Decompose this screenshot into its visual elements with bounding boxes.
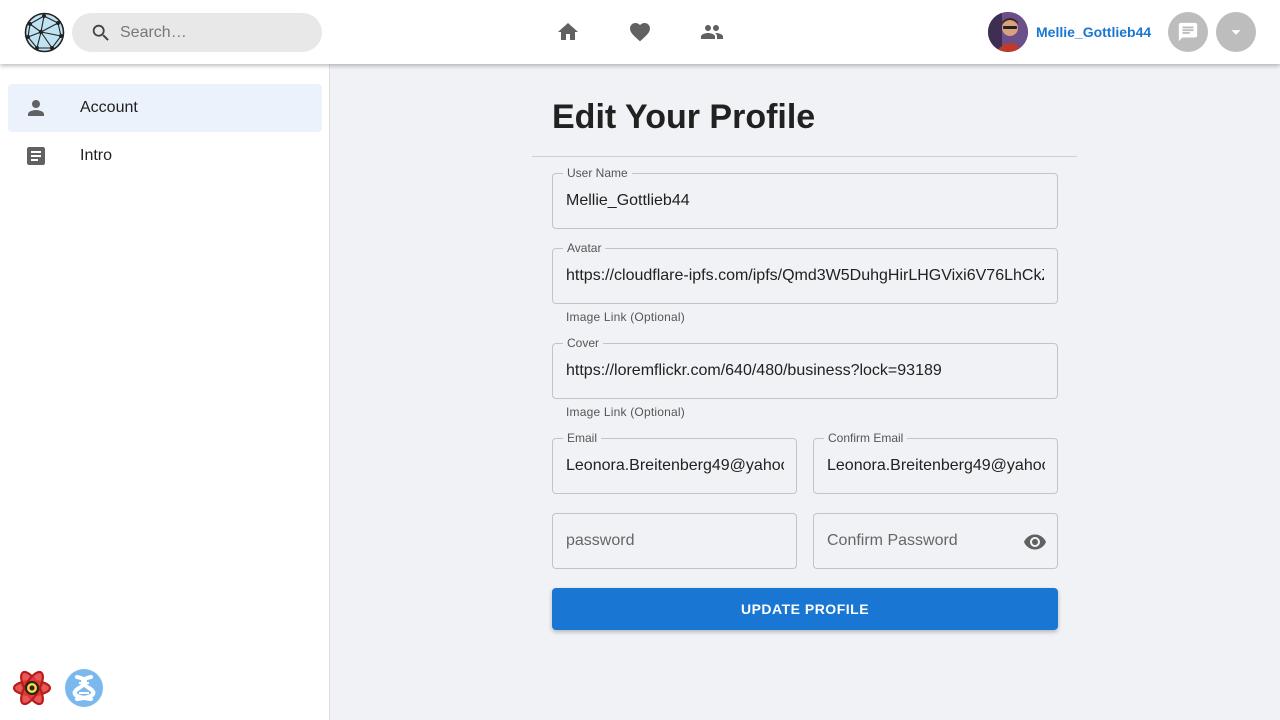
password-input[interactable] bbox=[566, 514, 784, 568]
password-field[interactable] bbox=[552, 513, 797, 569]
search-icon bbox=[92, 24, 109, 41]
avatar-input[interactable] bbox=[566, 249, 1044, 303]
title-divider bbox=[532, 156, 1077, 157]
header-username[interactable]: Mellie_Gottlieb44 bbox=[1036, 24, 1151, 40]
account-menu-button[interactable] bbox=[1216, 12, 1256, 52]
confirm-password-field[interactable] bbox=[813, 513, 1058, 569]
avatar-photo bbox=[988, 12, 1028, 52]
sidebar-item-intro[interactable]: Intro bbox=[8, 132, 322, 180]
confirm-email-field[interactable]: Confirm Email bbox=[813, 431, 1058, 494]
people-icon[interactable] bbox=[700, 20, 724, 44]
avatar-field[interactable]: Avatar bbox=[552, 241, 1058, 304]
messages-button[interactable] bbox=[1168, 12, 1208, 52]
sidebar-item-account[interactable]: Account bbox=[8, 84, 322, 132]
cover-input[interactable] bbox=[566, 344, 1044, 398]
sidebar-item-label: Account bbox=[80, 99, 138, 116]
cover-field[interactable]: Cover bbox=[552, 336, 1058, 399]
globe-network-logo-icon[interactable] bbox=[24, 12, 65, 53]
arrow-drop-down-icon bbox=[1231, 30, 1241, 35]
user-avatar[interactable] bbox=[988, 12, 1028, 52]
username-input[interactable] bbox=[566, 174, 1044, 228]
sidebar: Account Intro bbox=[0, 64, 330, 720]
chat-icon bbox=[1178, 22, 1198, 42]
confirm-email-input[interactable] bbox=[827, 439, 1045, 493]
person-icon bbox=[28, 100, 44, 116]
username-field[interactable]: User Name bbox=[552, 166, 1058, 229]
email-input[interactable] bbox=[566, 439, 784, 493]
article-icon bbox=[27, 147, 45, 165]
visibility-icon[interactable] bbox=[1023, 530, 1047, 554]
app-logo-icon[interactable] bbox=[64, 668, 104, 708]
home-icon[interactable] bbox=[556, 20, 580, 44]
email-field[interactable]: Email bbox=[552, 431, 797, 494]
heart-icon[interactable] bbox=[628, 20, 652, 44]
react-logo-icon[interactable] bbox=[12, 668, 52, 708]
search-box[interactable] bbox=[72, 13, 322, 52]
sidebar-item-label: Intro bbox=[80, 147, 113, 164]
avatar-helper-text: Image Link (Optional) bbox=[566, 310, 685, 324]
top-app-bar: Mellie_Gottlieb44 bbox=[0, 0, 1280, 64]
cover-helper-text: Image Link (Optional) bbox=[566, 405, 685, 419]
update-profile-button[interactable]: UPDATE PROFILE bbox=[552, 588, 1058, 630]
page-title: Edit Your Profile bbox=[552, 98, 816, 136]
search-input[interactable] bbox=[120, 13, 310, 52]
confirm-password-input[interactable] bbox=[827, 514, 1017, 568]
